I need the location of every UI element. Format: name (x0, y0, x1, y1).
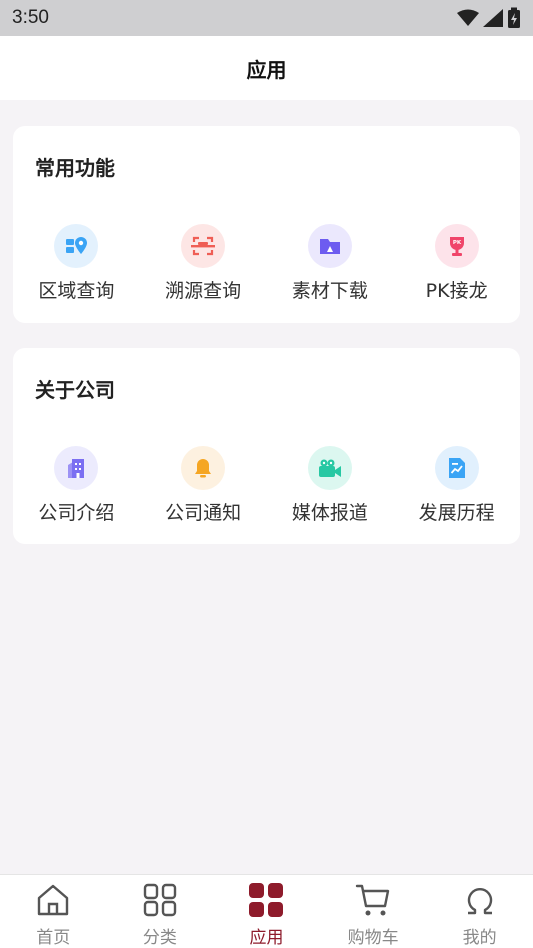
tab-category[interactable]: 分类 (107, 875, 214, 948)
home-icon (35, 882, 71, 918)
app-label: 素材下载 (291, 280, 368, 302)
tab-label: 购物车 (347, 928, 399, 948)
bottom-tab-bar: 首页 分类 应用 购物车 我的 (0, 874, 533, 948)
app-pk-relay[interactable]: PK PK接龙 (393, 224, 520, 303)
app-label: 媒体报道 (291, 502, 368, 524)
tab-label: 应用 (249, 928, 284, 948)
tab-label: 首页 (36, 928, 71, 948)
page-title: 应用 (246, 57, 287, 82)
tab-mine[interactable]: 我的 (426, 875, 533, 948)
wifi-icon (457, 9, 479, 26)
app-trace-query[interactable]: 溯源查询 (140, 224, 267, 303)
app-label: 发展历程 (418, 502, 495, 524)
section-card-company: 关于公司 公司介绍 公司通知 媒体报道 发展历程 (13, 348, 520, 544)
app-label: PK接龙 (425, 280, 488, 302)
status-time: 3:50 (12, 7, 49, 28)
app-company-intro[interactable]: 公司介绍 (13, 446, 140, 525)
status-bar: 3:50 (0, 0, 533, 36)
app-label: 公司通知 (165, 502, 242, 524)
app-label: 公司介绍 (38, 502, 115, 524)
title-bar: 应用 (0, 36, 533, 100)
chart-document-icon (434, 446, 479, 490)
tab-cart[interactable]: 购物车 (320, 875, 427, 948)
scan-icon (181, 224, 226, 268)
folder-icon (307, 224, 352, 268)
app-label: 区域查询 (38, 280, 115, 302)
apps-icon (248, 882, 284, 918)
status-icons (457, 7, 521, 29)
signal-icon (483, 9, 503, 27)
battery-icon (508, 7, 520, 28)
app-development-history[interactable]: 发展历程 (393, 446, 520, 525)
building-icon (54, 446, 99, 490)
svg-text:PK: PK (452, 240, 461, 246)
section-title: 常用功能 (35, 156, 115, 180)
tab-label: 我的 (462, 928, 497, 948)
tab-label: 分类 (142, 928, 177, 948)
tab-home[interactable]: 首页 (0, 875, 107, 948)
app-label: 溯源查询 (165, 280, 242, 302)
cart-icon (355, 882, 391, 918)
app-material-download[interactable]: 素材下载 (267, 224, 394, 303)
bell-icon (181, 446, 226, 490)
video-camera-icon (307, 446, 352, 490)
app-media-report[interactable]: 媒体报道 (267, 446, 394, 525)
tab-apps[interactable]: 应用 (213, 875, 320, 948)
category-grid-icon (142, 882, 178, 918)
section-grid: 公司介绍 公司通知 媒体报道 发展历程 (13, 446, 520, 525)
trophy-icon: PK (434, 224, 479, 268)
app-region-query[interactable]: 区域查询 (13, 224, 140, 303)
section-grid: 区域查询 溯源查询 素材下载 PK PK接龙 (13, 224, 520, 303)
section-title: 关于公司 (35, 378, 115, 402)
app-company-notice[interactable]: 公司通知 (140, 446, 267, 525)
map-pin-icon (54, 224, 99, 268)
omega-user-icon (462, 882, 498, 918)
section-card-common: 常用功能 区域查询 溯源查询 素材下载 PK PK接龙 (13, 126, 520, 323)
